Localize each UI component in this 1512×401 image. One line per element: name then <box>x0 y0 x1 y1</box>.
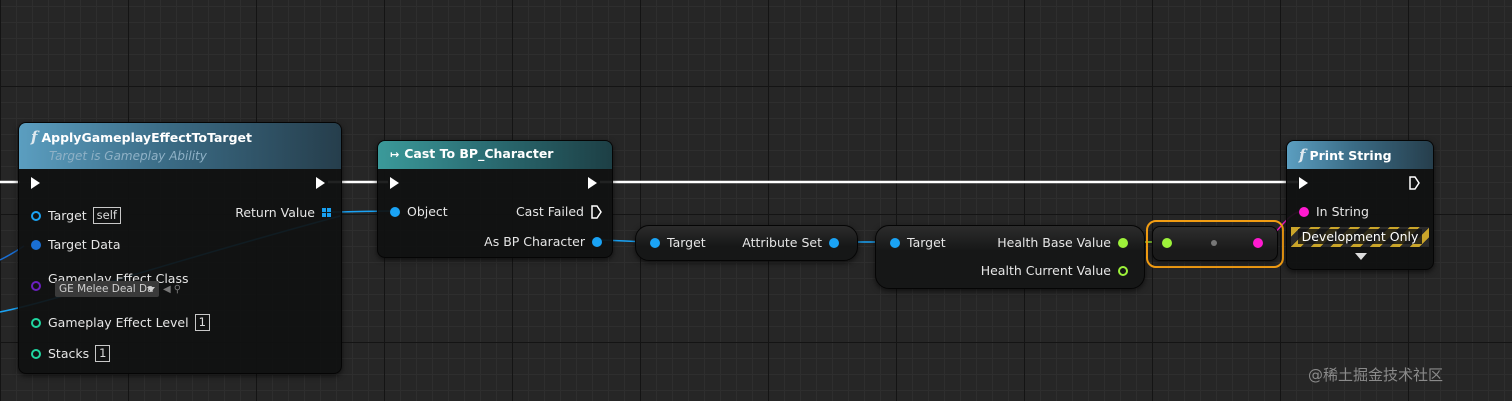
stacks-input[interactable]: 1 <box>95 345 111 362</box>
int-pin-icon <box>31 348 41 359</box>
cast-icon: ↦ <box>390 148 400 161</box>
print-string-header[interactable]: f Print String <box>1287 141 1433 169</box>
apply-gameplay-effect-header[interactable]: f ApplyGameplayEffectToTarget Target is G… <box>19 123 341 169</box>
object-label: Object <box>407 204 448 219</box>
node-subtitle: Target is Gameplay Ability <box>49 149 207 163</box>
development-only-banner: Development Only <box>1291 227 1429 247</box>
exec-out-hollow-icon <box>1409 176 1420 190</box>
use-selected-arrow-icon[interactable]: ◀ <box>163 284 171 295</box>
stacks-label: Stacks <box>48 346 90 361</box>
exec-out-hollow-icon <box>591 204 602 219</box>
chevron-down-icon <box>147 286 155 292</box>
effect-level-pin[interactable]: Gameplay Effect Level 1 <box>31 314 210 331</box>
attribute-set-getter-node[interactable]: Target Attribute Set <box>635 225 858 261</box>
effect-class-dropdown[interactable]: GE Melee Deal Da ◀ ⚲ <box>55 281 181 297</box>
browse-search-icon[interactable]: ⚲ <box>174 284 181 295</box>
exec-out-pin[interactable] <box>316 177 325 189</box>
convert-dot-icon <box>1211 240 1217 246</box>
int-pin-icon <box>31 317 41 328</box>
print-string-node[interactable]: f Print String In String Development Only <box>1286 140 1434 270</box>
object-pin-icon <box>829 237 839 248</box>
return-value-label: Return Value <box>235 205 315 220</box>
health-current-value-pin[interactable]: Health Current Value <box>981 263 1128 278</box>
health-base-value-label: Health Base Value <box>997 235 1111 250</box>
return-value-pin[interactable]: Return Value <box>235 205 331 220</box>
stacks-pin[interactable]: Stacks 1 <box>31 345 111 362</box>
target-label: Target <box>48 208 87 223</box>
exec-in-pin[interactable] <box>31 177 40 189</box>
attribute-set-label: Attribute Set <box>742 235 822 250</box>
health-current-value-label: Health Current Value <box>980 263 1111 278</box>
as-bp-character-pin[interactable]: As BP Character <box>484 234 602 249</box>
target-label: Target <box>667 235 706 250</box>
float-pin-icon <box>1118 265 1128 276</box>
exec-in-pin[interactable] <box>390 177 399 189</box>
cast-node[interactable]: ↦ Cast To BP_Character Object Cast Failed… <box>377 140 613 258</box>
struct-grid-icon <box>322 208 331 217</box>
exec-in-pin[interactable] <box>1299 177 1308 189</box>
object-pin-icon <box>650 237 660 248</box>
object-pin-icon <box>390 206 400 217</box>
function-icon: f <box>1299 146 1306 164</box>
exec-in-icon <box>31 177 40 189</box>
apply-gameplay-effect-node[interactable]: f ApplyGameplayEffectToTarget Target is G… <box>18 122 342 374</box>
watermark: @稀土掘金技术社区 <box>1308 366 1444 384</box>
effect-level-input[interactable]: 1 <box>194 314 210 331</box>
development-only-label: Development Only <box>1297 229 1423 244</box>
object-pin-icon <box>890 237 900 248</box>
target-pin[interactable]: Target <box>650 235 706 250</box>
cast-header[interactable]: ↦ Cast To BP_Character <box>378 141 612 169</box>
exec-out-pin[interactable] <box>1409 176 1420 190</box>
string-pin-icon <box>1299 206 1309 217</box>
object-pin-icon <box>31 210 41 221</box>
exec-in-icon <box>1299 177 1308 189</box>
exec-out-pin[interactable] <box>588 177 597 189</box>
target-label: Target <box>907 235 946 250</box>
in-string-label: In String <box>1316 204 1369 219</box>
cast-failed-label: Cast Failed <box>515 204 584 219</box>
function-icon: f <box>31 128 38 146</box>
exec-out-icon <box>588 177 597 189</box>
cast-failed-pin[interactable]: Cast Failed <box>516 204 602 219</box>
health-base-value-pin[interactable]: Health Base Value <box>997 235 1128 250</box>
object-pin[interactable]: Object <box>390 204 448 219</box>
class-pin-icon <box>31 281 41 291</box>
health-getter-node[interactable]: Target Health Base Value Health Current … <box>875 225 1145 289</box>
expand-arrow-icon[interactable] <box>1355 253 1367 260</box>
string-pin-icon[interactable] <box>1253 238 1263 248</box>
float-pin-icon <box>1118 237 1128 248</box>
struct-pin-icon <box>31 239 41 250</box>
object-pin-icon <box>592 236 602 247</box>
exec-in-icon <box>390 177 399 189</box>
target-default-value[interactable]: self <box>92 207 121 224</box>
effect-class-value: GE Melee Deal Da <box>55 281 159 297</box>
target-pin[interactable]: Target <box>890 235 946 250</box>
target-data-label: Target Data <box>48 237 121 252</box>
as-bp-character-label: As BP Character <box>484 234 585 249</box>
float-pin-icon[interactable] <box>1162 238 1172 248</box>
target-pin[interactable]: Target self <box>31 207 121 224</box>
in-string-pin[interactable]: In String <box>1299 204 1369 219</box>
node-title: Print String <box>1309 148 1392 163</box>
conversion-node[interactable] <box>1152 226 1278 261</box>
attribute-set-pin[interactable]: Attribute Set <box>742 235 839 250</box>
node-title: Cast To BP_Character <box>404 146 554 161</box>
target-data-pin[interactable]: Target Data <box>31 237 121 252</box>
node-title: ApplyGameplayEffectToTarget <box>41 130 252 145</box>
exec-out-icon <box>316 177 325 189</box>
effect-level-label: Gameplay Effect Level <box>48 315 189 330</box>
